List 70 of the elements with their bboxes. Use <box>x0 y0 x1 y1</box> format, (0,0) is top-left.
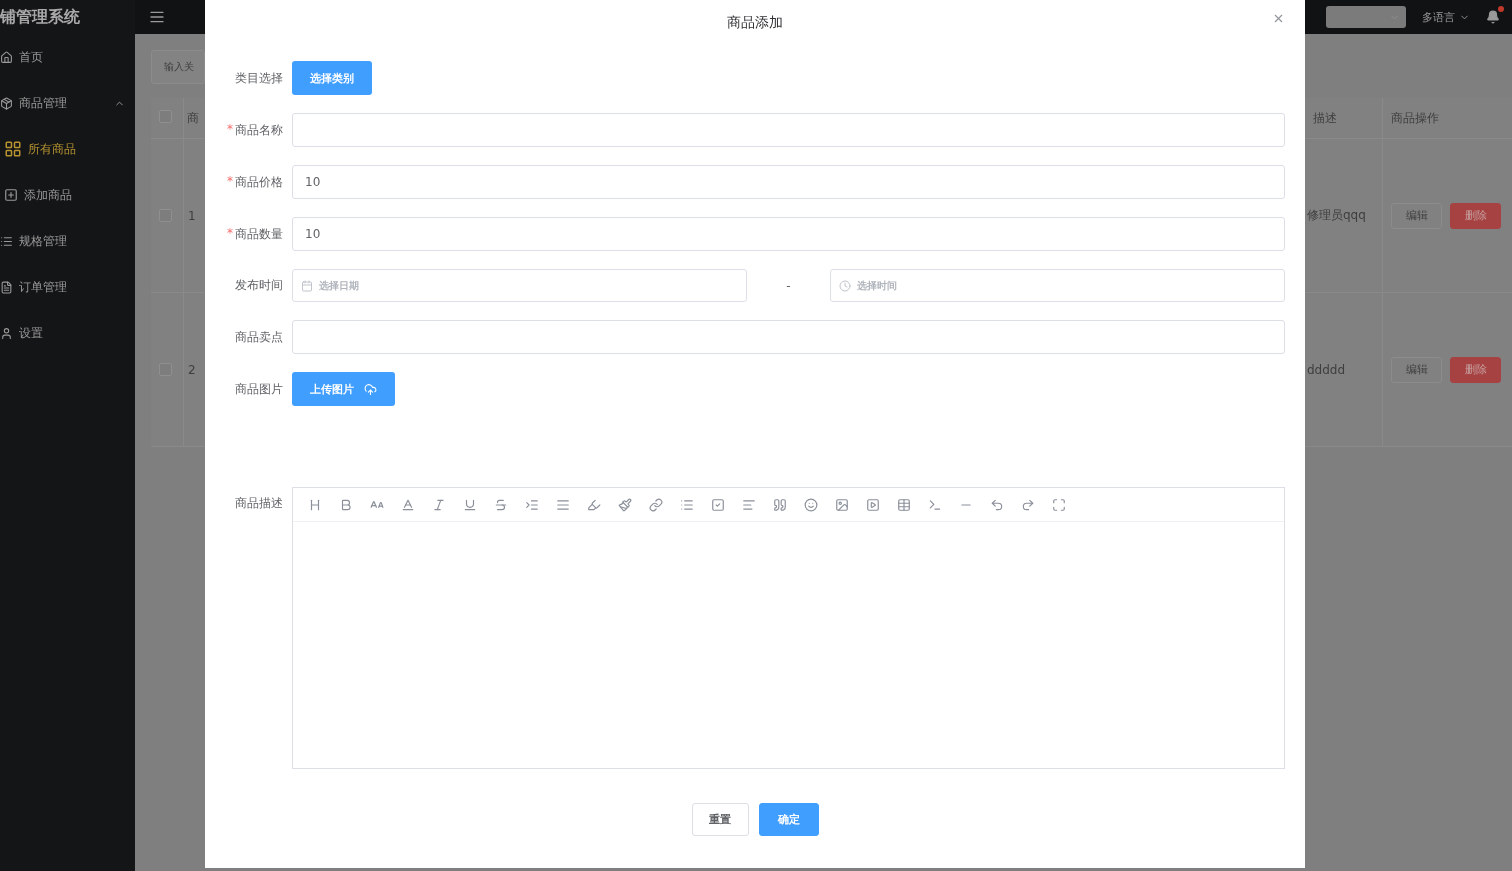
column-header: 描述 <box>1313 110 1337 127</box>
indent-icon[interactable] <box>525 497 539 512</box>
font-icon[interactable] <box>401 497 415 512</box>
pen-icon[interactable] <box>587 497 601 512</box>
date-field[interactable]: 选择日期 <box>292 269 747 302</box>
checkbox-icon[interactable] <box>711 497 725 512</box>
field-label: * 商品数量 <box>226 225 283 243</box>
range-separator: - <box>785 278 792 293</box>
emoji-icon[interactable] <box>804 497 818 512</box>
app-title: 铺管理系统 <box>0 5 81 28</box>
plus-square-icon <box>4 188 18 202</box>
fullscreen-icon[interactable] <box>1052 497 1066 512</box>
sidebar-item[interactable]: 设置 <box>0 310 135 356</box>
reset-button[interactable]: 重置 <box>691 803 749 836</box>
sidebar-item[interactable]: 商品管理 <box>0 80 135 126</box>
calendar-icon <box>301 280 313 292</box>
field-label: 商品图片 <box>234 380 283 398</box>
field-label: * 商品价格 <box>226 173 283 191</box>
italic-icon[interactable] <box>432 497 446 512</box>
close-button[interactable] <box>1272 12 1285 25</box>
table-cell: ddddd <box>1307 362 1346 377</box>
redo-icon[interactable] <box>1021 497 1035 512</box>
undo-icon[interactable] <box>990 497 1004 512</box>
underline-icon[interactable] <box>463 497 477 512</box>
sidebar-item[interactable]: 订单管理 <box>0 264 135 310</box>
quote-icon[interactable] <box>773 497 787 512</box>
table-cell: 1 <box>188 208 196 223</box>
strikethrough-icon[interactable] <box>494 497 508 512</box>
input-field[interactable] <box>292 113 1285 147</box>
dialog-title: 商品添加 <box>727 14 783 32</box>
grid-icon <box>4 140 22 158</box>
time-field[interactable]: 选择时间 <box>830 269 1285 302</box>
box-icon <box>0 96 13 110</box>
line-height-icon[interactable] <box>556 497 570 512</box>
list-icon <box>0 234 13 248</box>
input-field[interactable]: 10 <box>292 217 1285 251</box>
sidebar-subitem[interactable]: 所有商品 <box>0 126 135 172</box>
input-field[interactable] <box>292 320 1285 354</box>
language-menu[interactable]: 多语言 <box>1422 9 1470 25</box>
table-icon[interactable] <box>897 497 911 512</box>
sidebar-item[interactable]: 首页 <box>0 34 135 80</box>
align-icon[interactable] <box>742 497 756 512</box>
field-label: 商品卖点 <box>234 328 283 346</box>
field-label: 商品描述 <box>234 495 283 512</box>
sidebar-subitem[interactable]: 添加商品 <box>0 172 135 218</box>
home-icon <box>0 50 13 64</box>
table-cell: 修理员qqq <box>1307 207 1366 224</box>
column-header: 商 <box>187 110 199 127</box>
field-label: 类目选择 <box>234 69 283 87</box>
link-icon[interactable] <box>649 497 663 512</box>
cloud-upload-icon <box>364 382 377 396</box>
bold-icon[interactable] <box>339 497 353 512</box>
person-icon <box>0 326 13 340</box>
document-icon <box>0 280 13 294</box>
heading-icon[interactable] <box>308 497 322 512</box>
bell-icon[interactable] <box>1486 10 1500 24</box>
paintbrush-icon[interactable] <box>618 497 632 512</box>
field-label: * 商品名称 <box>226 121 283 139</box>
menu-icon[interactable] <box>149 9 165 25</box>
video-icon[interactable] <box>866 497 880 512</box>
image-icon[interactable] <box>835 497 849 512</box>
clock-icon <box>839 280 851 292</box>
list-icon[interactable] <box>680 497 694 512</box>
select-field[interactable] <box>1326 6 1406 28</box>
sidebar-item[interactable]: 规格管理 <box>0 218 135 264</box>
code-icon[interactable] <box>928 497 942 512</box>
column-header: 商品操作 <box>1391 110 1439 127</box>
table-cell: 2 <box>188 362 196 377</box>
field-label: 发布时间 <box>234 277 283 294</box>
input-field[interactable]: 10 <box>292 165 1285 199</box>
